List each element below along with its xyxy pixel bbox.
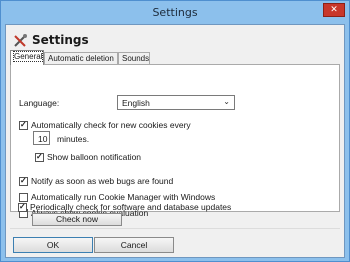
close-button[interactable]: ✕ (323, 3, 345, 17)
auto-run-label: Automatically run Cookie Manager with Wi… (31, 192, 216, 202)
periodic-label: Periodically check for software and data… (30, 202, 232, 212)
ok-button[interactable]: OK (13, 237, 93, 253)
auto-run-checkbox[interactable] (19, 193, 28, 202)
interval-input[interactable]: 10 (33, 131, 50, 145)
interval-value: 10 (38, 134, 48, 144)
language-select[interactable]: English ⌄ (117, 95, 235, 110)
settings-window: Settings ✕ Settings General Automatic de… (0, 0, 350, 262)
balloon-checkbox[interactable] (35, 152, 44, 162)
tab-general-label: General (12, 51, 44, 62)
language-select-value: English (122, 98, 150, 108)
tab-sounds-label: Sounds (122, 54, 150, 63)
client-area: Settings General Automatic deletion Soun… (5, 24, 345, 258)
general-panel: Language: English ⌄ Automatically check … (10, 64, 340, 218)
check-now-button[interactable]: Check now (32, 213, 122, 226)
interval-unit: minutes. (57, 134, 90, 144)
web-bugs-checkbox[interactable] (19, 176, 28, 186)
window-title: Settings (152, 6, 198, 19)
balloon-label: Show balloon notification (47, 152, 142, 162)
chevron-down-icon: ⌄ (223, 97, 230, 106)
page-title: Settings (32, 33, 89, 47)
cancel-button[interactable]: Cancel (94, 237, 174, 253)
periodic-checkbox[interactable] (18, 202, 27, 212)
tools-icon (14, 34, 27, 47)
auto-check-label: Automatically check for new cookies ever… (31, 120, 191, 130)
web-bugs-label: Notify as soon as web bugs are found (31, 176, 174, 186)
footer-divider (10, 228, 340, 229)
title-bar[interactable]: Settings ✕ (1, 1, 349, 25)
tab-general[interactable]: General (10, 50, 44, 65)
auto-check-checkbox[interactable] (19, 120, 28, 130)
language-label: Language: (19, 98, 60, 108)
tab-automatic-deletion-label: Automatic deletion (48, 54, 114, 63)
